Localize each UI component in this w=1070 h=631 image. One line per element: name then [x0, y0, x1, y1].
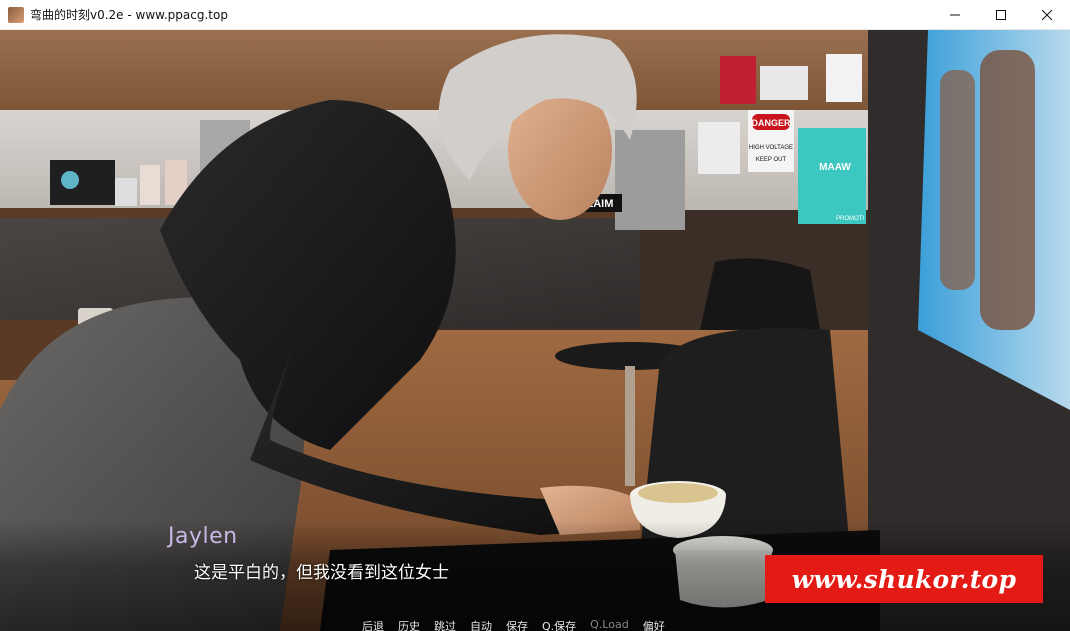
watermark-banner: www.shukor.top	[765, 555, 1043, 603]
app-icon	[8, 6, 24, 23]
close-icon	[1041, 9, 1053, 21]
maximize-icon	[996, 10, 1006, 20]
window-title: 弯曲的时刻v0.2e - www.ppacg.top	[30, 8, 228, 22]
quick-menu-history[interactable]: 历史	[398, 618, 420, 631]
quick-menu-save[interactable]: 保存	[506, 618, 528, 631]
game-window: 弯曲的时刻v0.2e - www.ppacg.top DANGER HIGH V…	[0, 0, 1070, 631]
quick-menu-quick-save[interactable]: Q.保存	[542, 618, 576, 631]
quick-menu-back[interactable]: 后退	[362, 618, 384, 631]
quick-menu-preferences[interactable]: 偏好	[643, 618, 665, 631]
high-voltage-text: HIGH VOLTAGE	[749, 145, 793, 151]
close-button[interactable]	[1024, 0, 1070, 30]
quick-menu-quick-load: Q.Load	[590, 618, 629, 631]
quick-menu: 后退 历史 跳过 自动 保存 Q.保存 Q.Load 偏好	[362, 618, 679, 631]
maximize-button[interactable]	[978, 0, 1024, 30]
quick-menu-auto[interactable]: 自动	[470, 618, 492, 631]
watermark-text: www.shukor.top	[791, 564, 1017, 594]
dialogue-text: 这是平白的，但我没看到这位女士	[194, 563, 449, 583]
poster-maaw-text: MAAW	[819, 162, 851, 173]
danger-sign-text: DANGER	[751, 118, 791, 128]
keep-out-text: KEEP OUT	[756, 157, 787, 163]
minimize-icon	[950, 14, 960, 16]
title-bar: 弯曲的时刻v0.2e - www.ppacg.top	[0, 0, 1070, 30]
speaker-name: Jaylen	[168, 524, 238, 549]
poster-promo-text: PROMOTI	[836, 216, 864, 222]
quick-menu-skip[interactable]: 跳过	[434, 618, 456, 631]
game-viewport[interactable]: DANGER HIGH VOLTAGE KEEP OUT MAAW PROMOT…	[0, 30, 1070, 631]
minimize-button[interactable]	[932, 0, 978, 30]
window-controls	[932, 0, 1070, 30]
